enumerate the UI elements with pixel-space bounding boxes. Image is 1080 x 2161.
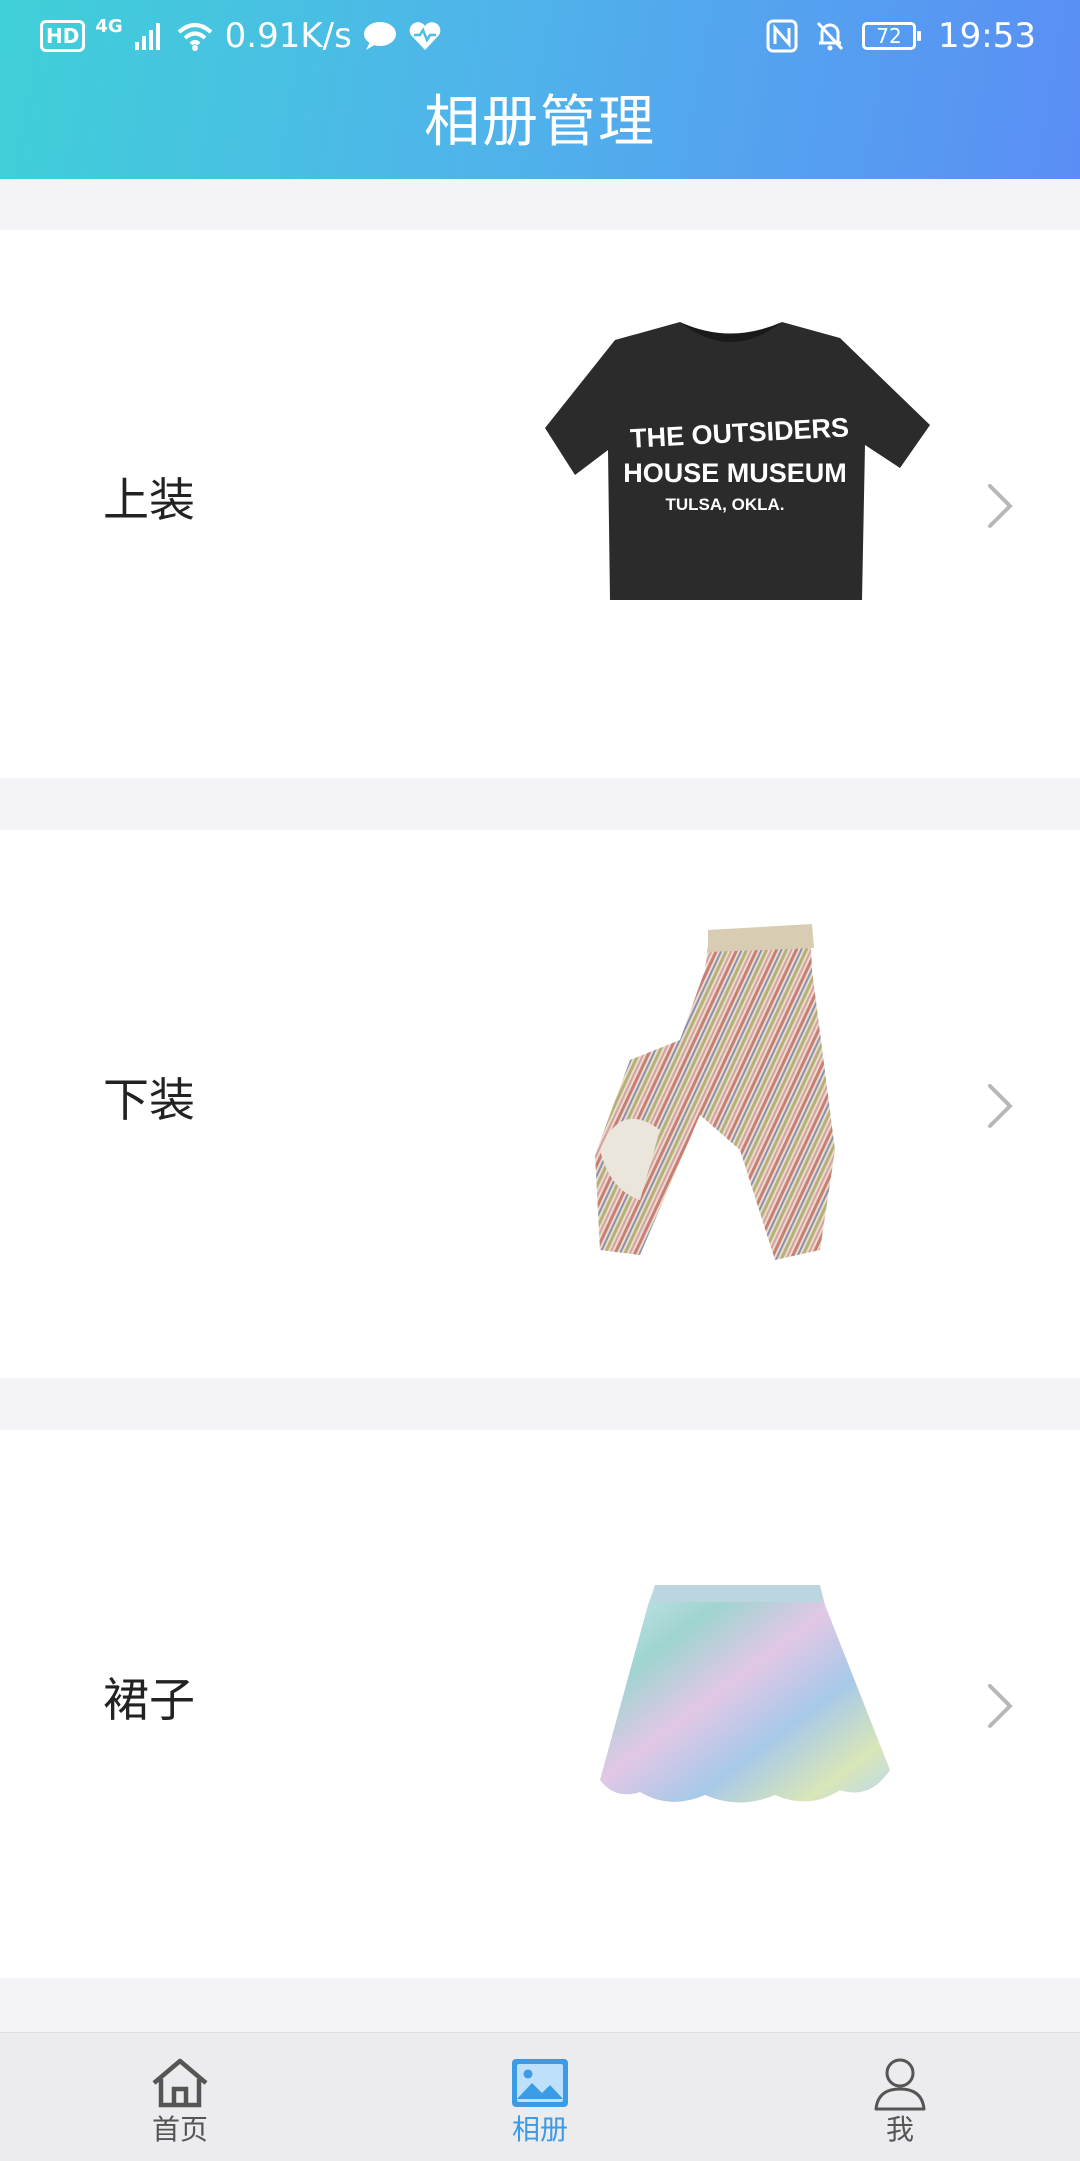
hd-badge: HD: [40, 20, 86, 52]
album-icon: [512, 2059, 568, 2107]
album-label: 下装: [103, 1073, 195, 1127]
album-list: 上装 THE OUTSIDERS HOUSE MUSEUM TULSA, OKL…: [0, 230, 1080, 2030]
shirt-print-line3: TULSA, OKLA.: [666, 495, 785, 514]
wifi-icon: [177, 23, 212, 51]
battery-level: 72: [876, 24, 902, 48]
chevron-right-icon: [988, 484, 1013, 528]
page-title: 相册管理: [424, 90, 656, 155]
network-speed: 0.91K/s: [224, 16, 352, 56]
tab-home[interactable]: 首页: [0, 2033, 360, 2161]
app-header: HD 4G 0.91K/s 72 19:53 相册管理: [0, 0, 1080, 179]
battery-icon: 72: [862, 22, 922, 50]
chevron-right-icon: [988, 1084, 1013, 1128]
user-icon: [874, 2058, 926, 2111]
album-item-tops[interactable]: 上装 THE OUTSIDERS HOUSE MUSEUM TULSA, OKL…: [0, 230, 1080, 778]
tab-me[interactable]: 我: [720, 2033, 1080, 2161]
album-label: 裙子: [103, 1673, 195, 1727]
status-bar: HD 4G 0.91K/s 72 19:53: [0, 0, 1080, 72]
nfc-icon: [766, 19, 798, 53]
album-item-bottoms[interactable]: 下装: [0, 830, 1080, 1378]
shirt-print-line2: HOUSE MUSEUM: [623, 458, 847, 488]
signal-icon: [134, 23, 160, 50]
tab-album[interactable]: 相册: [360, 2033, 720, 2161]
network-type: 4G: [95, 15, 123, 37]
tab-label: 我: [885, 2113, 914, 2146]
tab-label: 首页: [151, 2113, 208, 2146]
album-item-skirts[interactable]: 裙子: [0, 1430, 1080, 1978]
bottom-tab-bar: 首页 相册 我: [0, 2032, 1080, 2161]
status-right: 72 19:53: [766, 16, 1036, 56]
clock: 19:53: [938, 16, 1036, 56]
skirt-thumbnail: [600, 1585, 890, 1803]
mute-bell-icon: [816, 21, 844, 51]
health-icon: [409, 22, 441, 50]
chevron-right-icon: [988, 1684, 1013, 1728]
pants-thumbnail: [595, 924, 835, 1260]
home-icon: [152, 2058, 208, 2108]
tshirt-thumbnail: THE OUTSIDERS HOUSE MUSEUM TULSA, OKLA.: [545, 322, 930, 600]
chat-icon: [363, 22, 396, 50]
status-left: HD 4G 0.91K/s: [40, 16, 442, 56]
album-label: 上装: [103, 473, 195, 527]
tab-label: 相册: [511, 2113, 568, 2146]
